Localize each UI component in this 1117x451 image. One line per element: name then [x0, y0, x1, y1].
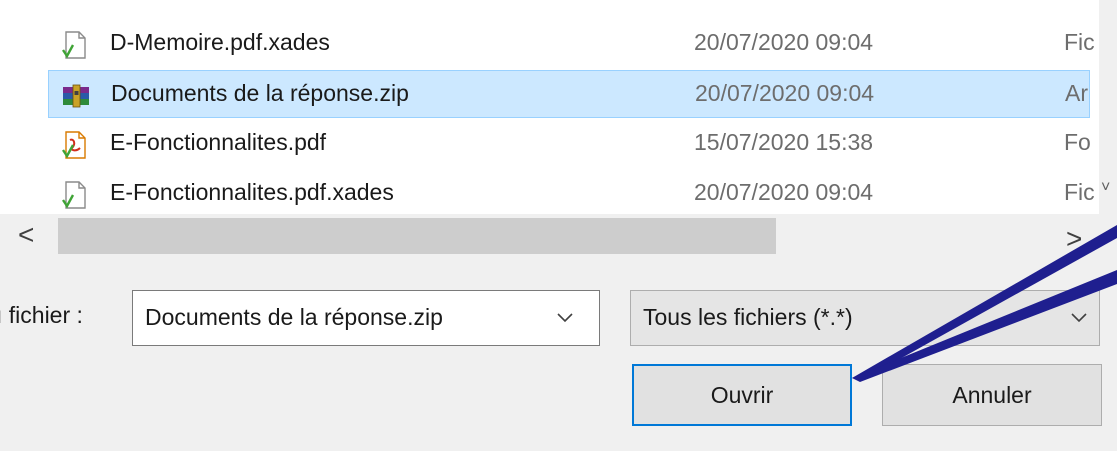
xades-file-icon [62, 31, 86, 59]
file-date: 15/07/2020 15:38 [694, 129, 874, 155]
scroll-left-arrow-icon[interactable]: < [18, 220, 34, 250]
winrar-archive-icon [63, 84, 89, 108]
file-open-dialog: D-Memoire.pdf.xades 20/07/2020 09:04 Fic… [0, 0, 1117, 451]
file-date: 20/07/2020 09:04 [694, 179, 874, 205]
scroll-down-arrow-icon[interactable]: ˅ [1101, 180, 1110, 196]
cancel-button[interactable]: Annuler [882, 364, 1102, 426]
file-type: Fo [1064, 129, 1091, 155]
scrollbar-thumb[interactable] [58, 218, 776, 254]
file-date: 20/07/2020 09:04 [694, 29, 874, 55]
pdf-file-icon [62, 131, 86, 159]
chevron-down-icon[interactable] [553, 305, 577, 329]
chevron-down-icon[interactable] [1067, 305, 1091, 329]
file-row[interactable]: E-Fonctionnalites.pdf 15/07/2020 15:38 F… [48, 120, 1091, 168]
file-date: 20/07/2020 09:04 [695, 80, 875, 106]
file-row[interactable]: D-Memoire.pdf.xades 20/07/2020 09:04 Fic [48, 20, 1095, 68]
filename-combobox[interactable]: Documents de la réponse.zip [132, 290, 600, 346]
filetype-value: Tous les fichiers (*.*) [643, 304, 853, 330]
file-name: Documents de la réponse.zip [111, 80, 409, 106]
file-row[interactable]: E-Fonctionnalites.pdf.xades 20/07/2020 0… [48, 170, 1095, 214]
filename-value[interactable]: Documents de la réponse.zip [145, 304, 443, 331]
filetype-combobox[interactable]: Tous les fichiers (*.*) [630, 290, 1100, 346]
file-row-selected[interactable]: Documents de la réponse.zip 20/07/2020 0… [48, 70, 1090, 118]
file-name: E-Fonctionnalites.pdf [110, 129, 327, 155]
file-list: D-Memoire.pdf.xades 20/07/2020 09:04 Fic… [0, 0, 1117, 214]
open-button[interactable]: Ouvrir [632, 364, 852, 426]
vertical-scrollbar[interactable]: ˅ [1099, 0, 1117, 214]
file-name: D-Memoire.pdf.xades [110, 29, 330, 55]
file-type: Ar [1065, 80, 1088, 106]
horizontal-scrollbar[interactable]: < > [0, 214, 1117, 258]
file-name: E-Fonctionnalites.pdf.xades [110, 179, 394, 205]
scroll-right-arrow-icon[interactable]: > [1066, 224, 1082, 254]
file-type: Fic [1064, 29, 1095, 55]
filename-label: ı fichier : [0, 302, 83, 328]
xades-file-icon [62, 181, 86, 209]
file-type: Fic [1064, 179, 1095, 205]
